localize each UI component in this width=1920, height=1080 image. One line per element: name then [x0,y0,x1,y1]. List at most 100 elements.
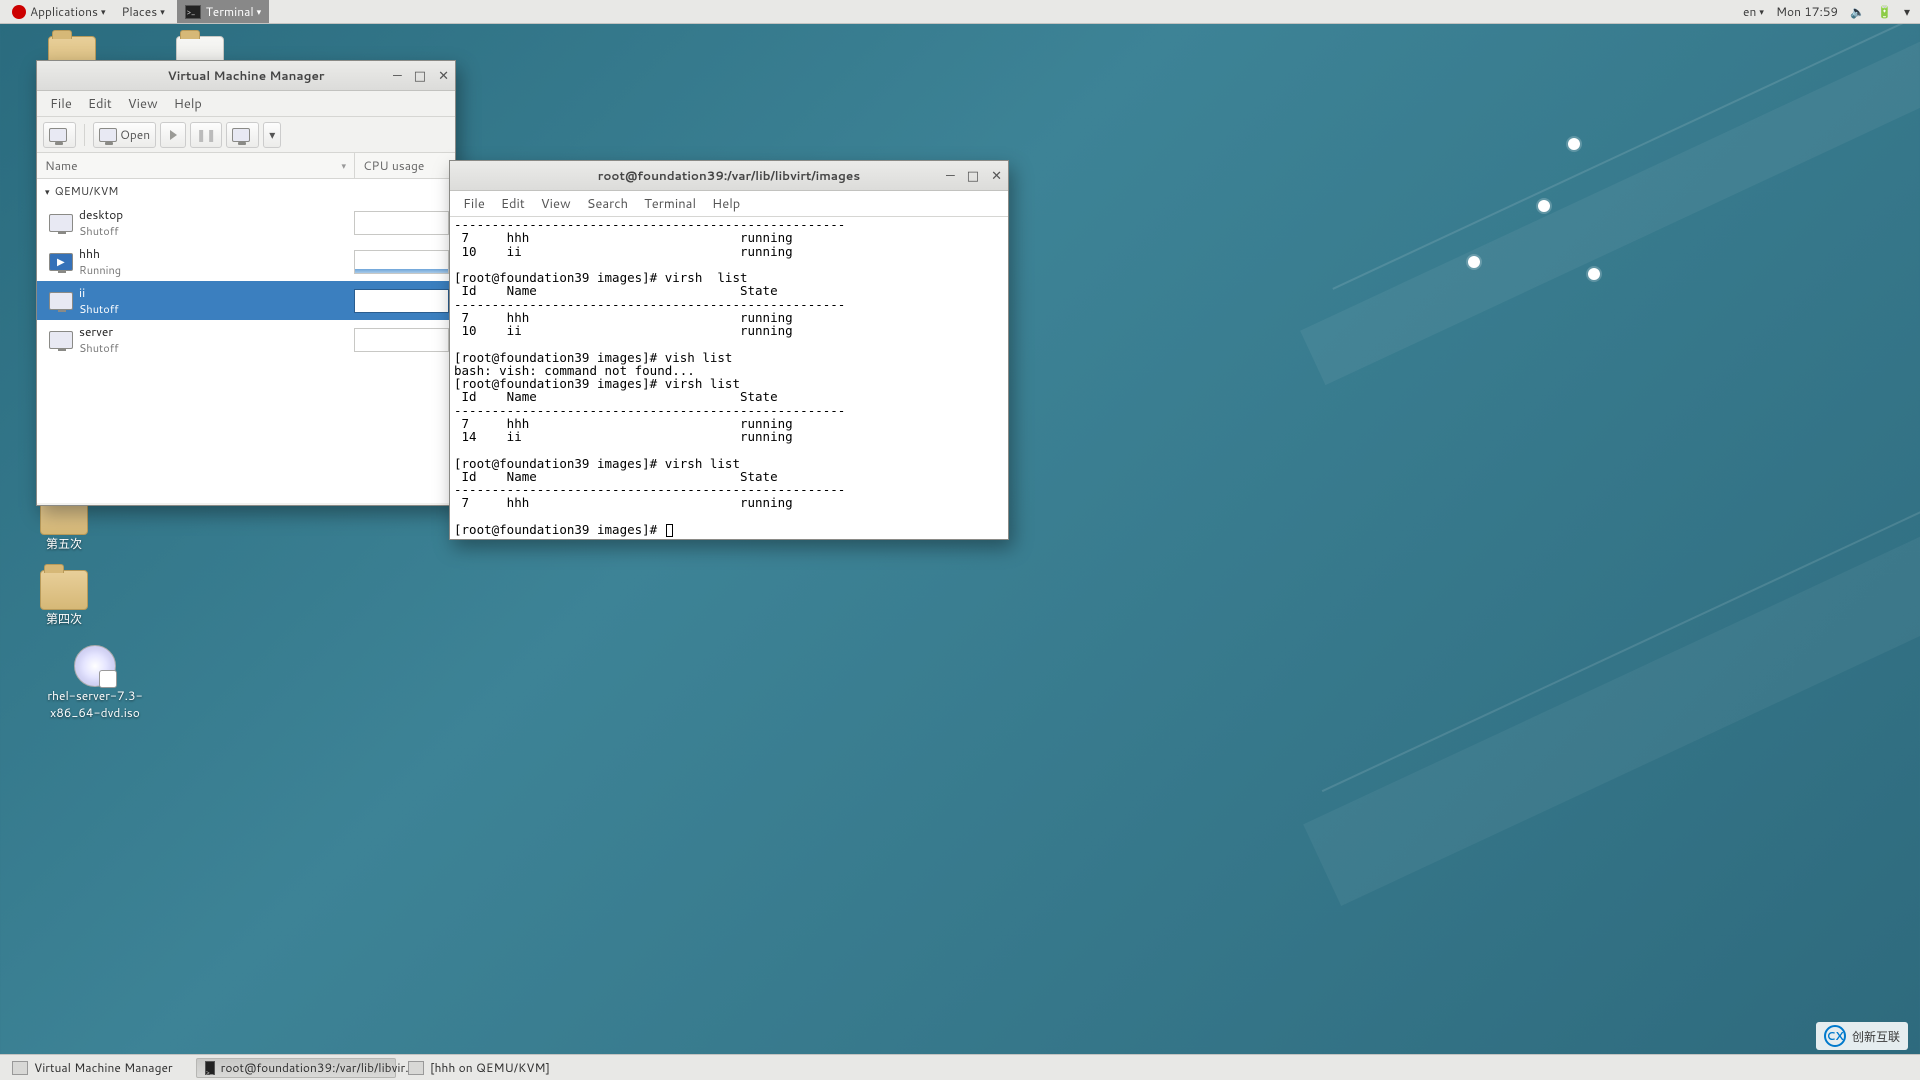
taskbar-item-label: [hhh on QEMU/KVM] [430,1059,550,1076]
vmm-menubar: File Edit View Help [37,91,455,117]
taskbar-item[interactable]: root@foundation39:/var/lib/libvir... [196,1058,396,1078]
terminal-menubar: File Edit View Search Terminal Help [450,191,1008,217]
active-app-label: Terminal [206,3,254,20]
vm-state: Shutoff [79,301,354,317]
connection-group[interactable]: QEMU/KVM [37,179,455,203]
desktop-icon[interactable]: rhel-server-7.3-x86_64-dvd.iso [40,645,150,721]
menu-help[interactable]: Help [167,92,209,116]
vm-name: ii [79,284,354,301]
vm-name: server [79,323,354,340]
volume-icon[interactable]: 🔈 [1844,3,1871,20]
vmm-icon [12,1061,28,1075]
applications-label: Applications [30,3,98,20]
vm-row[interactable]: desktopShutoff [37,203,455,242]
vm-state-icon [49,253,73,271]
taskbar-item-label: root@foundation39:/var/lib/libvir... [221,1059,416,1076]
menu-edit[interactable]: Edit [81,92,119,116]
cpu-sparkline [354,250,449,274]
disc-icon [74,645,116,687]
maximize-button[interactable]: □ [414,67,426,85]
vm-state: Shutoff [79,340,354,356]
bottom-taskbar: Virtual Machine Manager root@foundation39… [0,1054,1920,1080]
taskbar-item[interactable]: Virtual Machine Manager [3,1058,193,1078]
menu-help[interactable]: Help [705,192,747,216]
col-label: Name [45,157,78,174]
vm-name: hhh [79,245,354,262]
cpu-sparkline [354,328,449,352]
chevron-down-icon: ▾ [257,5,262,18]
desktop-icon-label: 第四次 [46,610,82,627]
taskbar-item[interactable]: [hhh on QEMU/KVM] [399,1058,589,1078]
open-button[interactable]: Open [93,122,156,148]
top-panel: Applications ▾ Places ▾ Terminal ▾ en▾ M… [0,0,1920,24]
play-icon [170,130,177,140]
clock[interactable]: Mon 17:59 [1770,3,1844,20]
menu-edit[interactable]: Edit [494,192,532,216]
cpu-sparkline [354,211,449,235]
minimize-button[interactable]: — [393,67,402,85]
menu-terminal[interactable]: Terminal [637,192,703,216]
vmm-icon [408,1061,424,1075]
terminal-content[interactable]: ----------------------------------------… [450,217,1008,539]
shutdown-button[interactable] [226,122,259,148]
close-button[interactable]: ✕ [991,167,1002,185]
monitor-icon [99,128,117,142]
cpu-sparkline [354,289,449,313]
col-label: CPU usage [363,157,424,174]
active-app-menu[interactable]: Terminal ▾ [177,0,269,23]
power-menu[interactable]: ▾ [1898,3,1916,20]
battery-icon[interactable]: 🔋 [1871,3,1898,20]
column-name[interactable]: Name▾ [37,153,355,178]
vm-row[interactable]: serverShutoff [37,320,455,359]
menu-search[interactable]: Search [580,192,635,216]
window-title: Virtual Machine Manager [168,67,325,84]
new-vm-button[interactable] [43,122,76,148]
menu-view[interactable]: View [121,92,165,116]
close-button[interactable]: ✕ [438,67,449,85]
separator [84,124,85,146]
column-cpu[interactable]: CPU usage [355,153,455,178]
chevron-down-icon: ▾ [101,5,106,18]
vm-row[interactable]: iiShutoff [37,281,455,320]
places-menu[interactable]: Places ▾ [113,0,172,23]
vm-name: desktop [79,206,354,223]
terminal-icon [185,5,201,19]
chevron-down-icon: ▾ [160,5,165,18]
vmm-column-headers: Name▾ CPU usage [37,153,455,179]
vmm-window: Virtual Machine Manager — □ ✕ File Edit … [36,60,456,506]
monitor-icon [49,128,67,142]
vmm-titlebar[interactable]: Virtual Machine Manager — □ ✕ [37,61,455,91]
window-title: root@foundation39:/var/lib/libvirt/image… [598,167,860,184]
pause-button[interactable]: ❚❚ [190,122,222,148]
terminal-cursor [666,524,673,537]
folder-icon [40,570,88,610]
menu-file[interactable]: File [456,192,492,216]
desktop-icon-label: rhel-server-7.3-x86_64-dvd.iso [40,687,150,721]
minimize-button[interactable]: — [946,167,955,185]
clock-label: Mon 17:59 [1776,3,1838,20]
menu-view[interactable]: View [534,192,578,216]
vm-state-icon [49,292,73,310]
open-label: Open [120,126,150,143]
desktop-icon[interactable]: 第四次 [40,570,88,627]
watermark-icon: CX [1824,1025,1846,1047]
taskbar-item-label: Virtual Machine Manager [34,1059,173,1076]
vmm-toolbar: Open ❚❚ ▾ [37,117,455,153]
monitor-icon [232,128,250,142]
menu-file[interactable]: File [43,92,79,116]
distro-logo-icon [12,5,26,19]
shutdown-menu-button[interactable]: ▾ [263,122,281,148]
input-lang[interactable]: en▾ [1737,3,1770,20]
vm-row[interactable]: hhhRunning [37,242,455,281]
desktop-icon-label: 第五次 [46,535,82,552]
maximize-button[interactable]: □ [967,167,979,185]
places-label: Places [121,3,157,20]
applications-menu[interactable]: Applications ▾ [4,0,113,23]
vmm-tree[interactable]: QEMU/KVM desktopShutoffhhhRunningiiShuto… [37,179,455,503]
terminal-icon [205,1061,215,1075]
run-button[interactable] [160,122,186,148]
watermark-logo: CX 创新互联 [1816,1022,1908,1050]
watermark-label: 创新互联 [1852,1028,1900,1045]
terminal-titlebar[interactable]: root@foundation39:/var/lib/libvirt/image… [450,161,1008,191]
vm-state-icon [49,331,73,349]
